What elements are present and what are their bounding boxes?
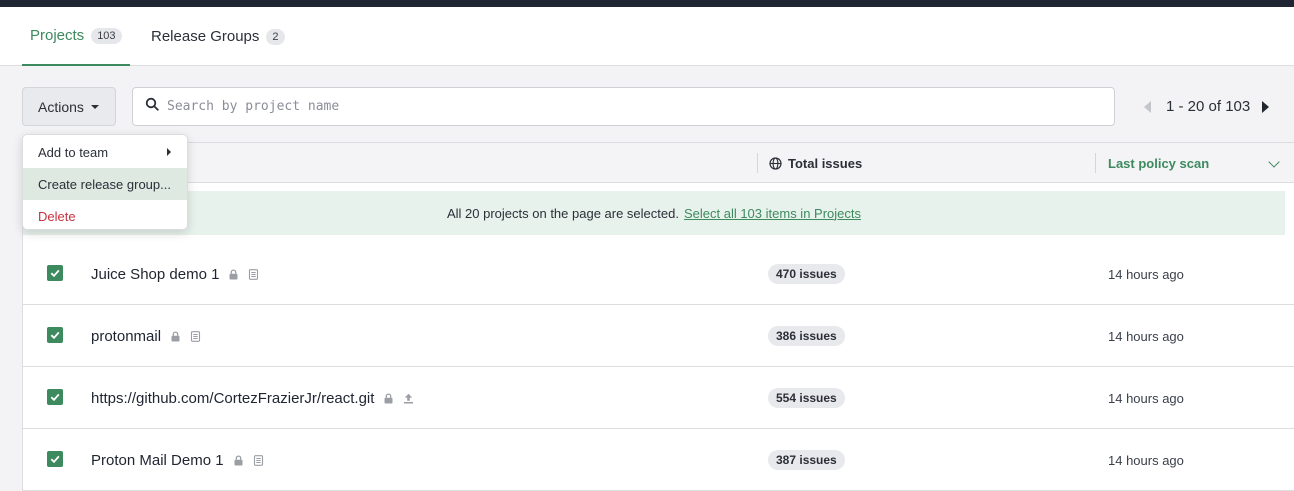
project-name[interactable]: Proton Mail Demo 1 <box>91 429 264 491</box>
column-total-issues-label: Total issues <box>788 155 863 171</box>
caret-right-icon <box>167 148 171 156</box>
row-checkbox[interactable] <box>47 265 63 281</box>
project-name-text: Proton Mail Demo 1 <box>91 451 224 469</box>
row-checkbox[interactable] <box>47 327 63 343</box>
document-icon <box>253 454 264 466</box>
menu-item-create-release-group[interactable]: Create release group... <box>23 168 187 200</box>
table-row[interactable]: https://github.com/CortezFrazierJr/react… <box>23 367 1294 429</box>
table-row[interactable]: protonmail 386 issues 14 hours ago <box>23 305 1294 367</box>
lock-icon <box>233 454 244 466</box>
caret-down-icon <box>90 104 99 109</box>
last-scan-time: 14 hours ago <box>1108 266 1184 282</box>
column-separator <box>1095 153 1096 173</box>
row-checkbox[interactable] <box>47 451 63 467</box>
top-bar <box>0 0 1294 7</box>
project-name-text: protonmail <box>91 327 162 345</box>
issues-badge[interactable]: 387 issues <box>768 450 845 470</box>
document-icon <box>190 330 201 342</box>
issues-badge[interactable]: 470 issues <box>768 264 845 284</box>
column-total-issues[interactable]: Total issues <box>769 143 862 183</box>
tab-release-groups-count: 2 <box>266 28 285 45</box>
menu-item-add-to-team[interactable]: Add to team <box>23 136 187 168</box>
selection-banner-text: All 20 projects on the page are selected… <box>446 205 679 221</box>
selection-banner: All 20 projects on the page are selected… <box>23 191 1285 235</box>
last-scan-time: 14 hours ago <box>1108 452 1184 468</box>
next-page-icon[interactable] <box>1262 100 1270 113</box>
tab-projects-label: Projects <box>30 27 85 44</box>
table-row[interactable]: Juice Shop demo 1 470 issues 14 hours ag… <box>23 243 1294 305</box>
search-box <box>132 87 1115 126</box>
actions-button[interactable]: Actions <box>22 87 116 126</box>
issues-badge[interactable]: 554 issues <box>768 388 845 408</box>
table-row[interactable]: Proton Mail Demo 1 387 issues 14 hours a… <box>23 429 1294 491</box>
menu-item-label: Delete <box>38 208 76 224</box>
search-input[interactable] <box>167 99 1067 114</box>
tab-release-groups-label: Release Groups <box>151 28 260 45</box>
prev-page-icon[interactable] <box>1144 100 1151 113</box>
lock-icon <box>383 392 394 404</box>
project-name[interactable]: Juice Shop demo 1 <box>91 243 259 305</box>
last-scan-time: 14 hours ago <box>1108 328 1184 344</box>
pagination-text: 1 - 20 of 103 <box>1166 98 1251 115</box>
menu-item-delete[interactable]: Delete <box>23 200 187 232</box>
project-name-text: Juice Shop demo 1 <box>91 265 220 283</box>
document-icon <box>248 268 259 280</box>
tab-release-groups[interactable]: Release Groups 2 <box>143 7 293 66</box>
pagination: 1 - 20 of 103 <box>1140 87 1285 126</box>
actions-button-label: Actions <box>38 98 84 115</box>
search-icon <box>145 97 159 116</box>
tab-projects-count: 103 <box>91 27 122 44</box>
lock-icon <box>228 268 239 280</box>
last-scan-time: 14 hours ago <box>1108 390 1184 406</box>
column-last-policy-scan-label: Last policy scan <box>1108 155 1210 171</box>
actions-menu: Add to team Create release group... Dele… <box>22 134 188 230</box>
upload-icon <box>403 393 414 404</box>
tab-projects[interactable]: Projects 103 <box>22 7 130 66</box>
tab-bar: Projects 103 Release Groups 2 <box>0 7 1294 66</box>
select-all-link[interactable]: Select all 103 items in Projects <box>684 206 861 221</box>
issues-badge[interactable]: 386 issues <box>768 326 845 346</box>
project-name[interactable]: https://github.com/CortezFrazierJr/react… <box>91 367 414 429</box>
project-name[interactable]: protonmail <box>91 305 201 367</box>
menu-item-label: Create release group... <box>38 176 171 192</box>
column-last-policy-scan[interactable]: Last policy scan <box>1108 143 1209 183</box>
globe-icon <box>769 156 782 170</box>
column-separator <box>757 153 758 173</box>
project-name-text: https://github.com/CortezFrazierJr/react… <box>91 389 375 407</box>
table-header: Total issues Last policy scan <box>23 143 1294 183</box>
lock-icon <box>170 330 181 342</box>
projects-table: Total issues Last policy scan All 20 pro… <box>22 142 1294 491</box>
chevron-down-icon[interactable] <box>1268 156 1280 168</box>
row-checkbox[interactable] <box>47 389 63 405</box>
menu-item-label: Add to team <box>38 144 109 160</box>
